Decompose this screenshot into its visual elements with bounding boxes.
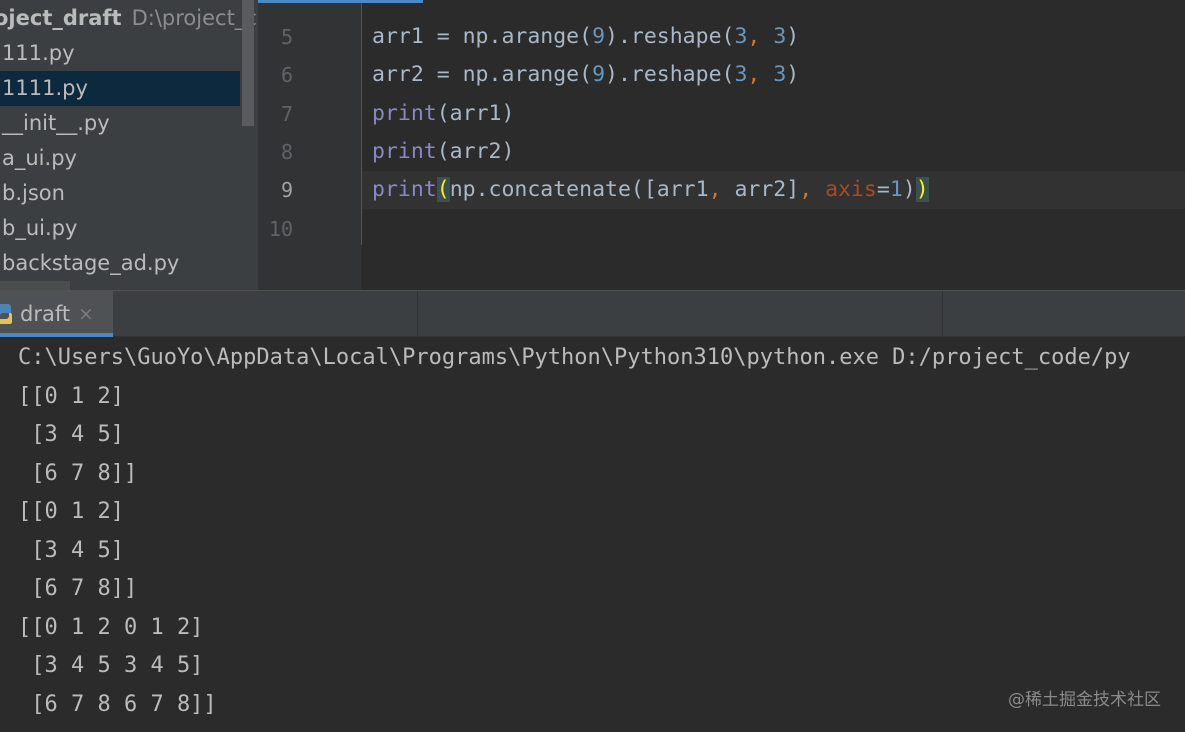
tree-item-file[interactable]: a_ui.py bbox=[0, 141, 240, 176]
code-token: ).reshape( bbox=[605, 62, 735, 88]
code-token: 3 bbox=[773, 24, 787, 49]
code-token: print bbox=[372, 138, 437, 164]
run-console-output[interactable]: C:\Users\GuoYo\AppData\Local\Programs\Py… bbox=[0, 337, 1185, 732]
code-token: 3 bbox=[734, 24, 748, 49]
code-token: 1 bbox=[889, 177, 903, 203]
code-token: (arr1) bbox=[436, 100, 515, 126]
tree-item-file[interactable]: 1111.py bbox=[0, 71, 240, 106]
project-root-node[interactable]: oject_draft D:\project_cod bbox=[0, 0, 258, 36]
tree-vertical-scrollbar[interactable] bbox=[242, 0, 254, 126]
tree-item-file[interactable]: __init__.py bbox=[0, 106, 240, 141]
code-line[interactable]: arr2 = np.arange(9).reshape(3, 3) bbox=[372, 56, 799, 94]
code-token: ( bbox=[436, 177, 450, 203]
code-token: 3 bbox=[773, 62, 787, 88]
code-token: 3 bbox=[734, 62, 748, 88]
line-number: 9 bbox=[280, 178, 293, 203]
line-number: 6 bbox=[280, 63, 293, 88]
console-output-line: C:\Users\GuoYo\AppData\Local\Programs\Py… bbox=[18, 345, 1131, 370]
tree-item-file[interactable]: b_ui.py bbox=[0, 211, 240, 246]
tree-item-file[interactable]: backstage_ad.py bbox=[0, 246, 240, 281]
editor-tab-indicator bbox=[258, 0, 423, 3]
code-token: , bbox=[747, 62, 774, 88]
code-token: axis bbox=[825, 177, 877, 203]
code-token: arr2 = np.arange( bbox=[372, 62, 593, 88]
close-icon[interactable]: × bbox=[78, 291, 94, 337]
ide-window: oject_draft D:\project_cod 111.py1111.py_… bbox=[0, 0, 1185, 732]
code-token: , bbox=[747, 24, 774, 49]
code-token: 9 bbox=[592, 62, 606, 88]
tree-item-file[interactable]: b.json bbox=[0, 176, 240, 211]
tab-run-draft[interactable]: draft × bbox=[0, 291, 113, 337]
code-token: ).reshape( bbox=[605, 24, 735, 49]
code-token: 9 bbox=[592, 24, 606, 49]
tab-separator bbox=[417, 291, 418, 337]
python-icon bbox=[0, 304, 12, 324]
code-token: arr2] bbox=[734, 177, 800, 203]
console-output-line: [[0 1 2] bbox=[18, 499, 124, 524]
line-number: 8 bbox=[280, 139, 293, 164]
console-output-line: [[0 1 2] bbox=[18, 383, 124, 409]
code-line[interactable]: print(arr2) bbox=[372, 133, 514, 171]
console-output-line: [3 4 5] bbox=[18, 422, 124, 447]
code-line[interactable]: arr1 = np.arange(9).reshape(3, 3) bbox=[372, 18, 799, 56]
code-line[interactable]: print(arr1) bbox=[372, 95, 514, 133]
code-token: print bbox=[372, 177, 437, 203]
console-output-line: [6 7 8 6 7 8]] bbox=[18, 691, 217, 717]
code-editor[interactable]: 5 6 7 8 9 10 arr1 = np.arange(9).reshape(3, 3… bbox=[258, 0, 1185, 290]
console-output-line: [6 7 8]] bbox=[18, 576, 138, 601]
console-output-line: [3 4 5] bbox=[18, 537, 124, 563]
tree-horizontal-scrollbar[interactable] bbox=[0, 281, 70, 290]
console-output-line: [6 7 8]] bbox=[18, 460, 138, 486]
run-tab-bar: draft × bbox=[0, 291, 1185, 337]
code-line[interactable]: print(np.concatenate([arr1, arr2], axis=… bbox=[372, 171, 929, 209]
code-token: ) bbox=[902, 177, 916, 203]
code-token: ) bbox=[915, 177, 929, 203]
console-output-line: [[0 1 2 0 1 2] bbox=[18, 614, 204, 640]
code-token: = bbox=[876, 177, 890, 203]
code-token: , bbox=[708, 177, 735, 203]
gutter-separator bbox=[361, 0, 362, 245]
code-token: arr1 = np.arange( bbox=[372, 24, 593, 49]
run-tab-label: draft bbox=[20, 302, 71, 326]
project-root-name: oject_draft bbox=[0, 6, 122, 30]
code-token: print bbox=[372, 100, 437, 126]
project-tree-panel: oject_draft D:\project_cod 111.py1111.py_… bbox=[0, 0, 258, 290]
code-token: , bbox=[799, 177, 826, 203]
tab-separator bbox=[942, 291, 943, 337]
line-number: 10 bbox=[268, 216, 293, 241]
watermark-text: @稀土掘金技术社区 bbox=[1008, 690, 1161, 710]
code-token: ) bbox=[786, 62, 800, 88]
console-output-line: [3 4 5 3 4 5] bbox=[18, 653, 204, 678]
tree-item-file[interactable]: 111.py bbox=[0, 36, 240, 71]
line-number: 5 bbox=[280, 25, 293, 49]
code-token: np.concatenate([arr1 bbox=[449, 177, 709, 203]
project-root-path: D:\project_cod bbox=[131, 6, 258, 30]
line-number: 7 bbox=[280, 101, 293, 126]
code-token: ) bbox=[786, 24, 800, 49]
code-token: (arr2) bbox=[436, 138, 515, 164]
